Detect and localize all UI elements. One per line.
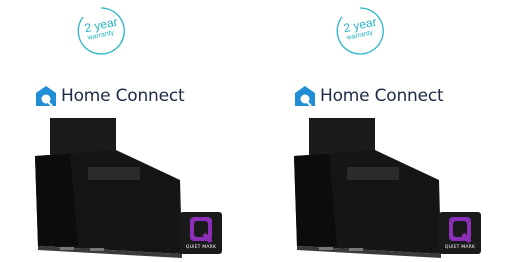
home-connect-icon (36, 86, 56, 107)
home-connect-icon (295, 86, 315, 107)
product-panel-right: 2 year warranty Home Connect QUIET MARK (259, 0, 517, 262)
cooker-hood-image (35, 118, 182, 258)
home-connect-wordmark: Home Connect (61, 86, 185, 106)
quiet-mark-text: QUIET MARK (444, 245, 476, 250)
quiet-mark-badge: QUIET MARK (180, 212, 222, 254)
home-connect-logo: Home Connect (35, 85, 185, 107)
quiet-mark-badge: QUIET MARK (439, 212, 481, 254)
cooker-hood-image (294, 118, 441, 258)
warranty-badge: 2 year warranty (75, 5, 127, 57)
home-connect-logo: Home Connect (294, 85, 444, 107)
product-panel-left: 2 year warranty Home Connect QUIET MARK (0, 0, 258, 262)
quiet-mark-text: QUIET MARK (185, 245, 217, 250)
home-connect-wordmark: Home Connect (320, 86, 444, 106)
warranty-badge: 2 year warranty (334, 5, 386, 57)
